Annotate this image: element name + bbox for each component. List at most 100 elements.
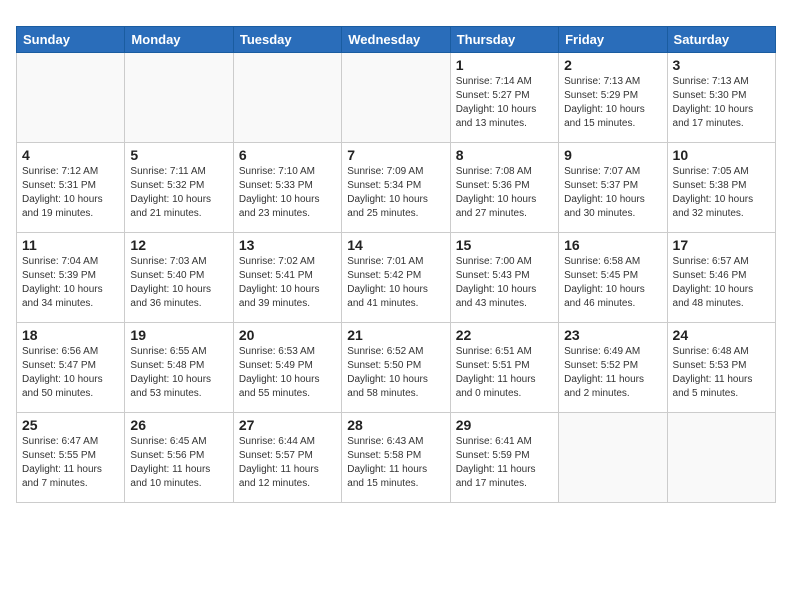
calendar-cell: 20 Sunrise: 6:53 AM Sunset: 5:49 PM Dayli… — [233, 323, 341, 413]
day-detail: Sunrise: 6:56 AM Sunset: 5:47 PM Dayligh… — [22, 345, 119, 401]
day-detail: Sunrise: 7:00 AM Sunset: 5:43 PM Dayligh… — [456, 255, 553, 311]
weekday-header-friday: Friday — [559, 27, 667, 53]
day-number: 2 — [564, 57, 661, 73]
calendar-cell — [125, 53, 233, 143]
day-detail: Sunrise: 7:02 AM Sunset: 5:41 PM Dayligh… — [239, 255, 336, 311]
calendar-cell — [559, 413, 667, 503]
day-detail: Sunrise: 7:10 AM Sunset: 5:33 PM Dayligh… — [239, 165, 336, 221]
day-number: 28 — [347, 417, 444, 433]
day-detail: Sunrise: 7:05 AM Sunset: 5:38 PM Dayligh… — [673, 165, 770, 221]
calendar-cell: 5 Sunrise: 7:11 AM Sunset: 5:32 PM Daylig… — [125, 143, 233, 233]
week-row-3: 11 Sunrise: 7:04 AM Sunset: 5:39 PM Dayli… — [17, 233, 776, 323]
calendar-cell: 4 Sunrise: 7:12 AM Sunset: 5:31 PM Daylig… — [17, 143, 125, 233]
day-number: 5 — [130, 147, 227, 163]
calendar-cell: 29 Sunrise: 6:41 AM Sunset: 5:59 PM Dayli… — [450, 413, 558, 503]
day-detail: Sunrise: 6:43 AM Sunset: 5:58 PM Dayligh… — [347, 435, 444, 491]
weekday-header-saturday: Saturday — [667, 27, 775, 53]
day-detail: Sunrise: 7:08 AM Sunset: 5:36 PM Dayligh… — [456, 165, 553, 221]
day-number: 23 — [564, 327, 661, 343]
calendar-cell: 24Sunrise: 6:48 AM Sunset: 5:53 PM Dayli… — [667, 323, 775, 413]
calendar-cell: 21 Sunrise: 6:52 AM Sunset: 5:50 PM Dayli… — [342, 323, 450, 413]
day-number: 17 — [673, 237, 770, 253]
day-number: 13 — [239, 237, 336, 253]
weekday-header-wednesday: Wednesday — [342, 27, 450, 53]
calendar-cell: 23 Sunrise: 6:49 AM Sunset: 5:52 PM Dayli… — [559, 323, 667, 413]
weekday-header-thursday: Thursday — [450, 27, 558, 53]
day-number: 25 — [22, 417, 119, 433]
day-detail: Sunrise: 6:53 AM Sunset: 5:49 PM Dayligh… — [239, 345, 336, 401]
day-number: 12 — [130, 237, 227, 253]
day-detail: Sunrise: 6:41 AM Sunset: 5:59 PM Dayligh… — [456, 435, 553, 491]
day-detail: Sunrise: 6:58 AM Sunset: 5:45 PM Dayligh… — [564, 255, 661, 311]
day-detail: Sunrise: 6:55 AM Sunset: 5:48 PM Dayligh… — [130, 345, 227, 401]
calendar-cell: 6 Sunrise: 7:10 AM Sunset: 5:33 PM Daylig… — [233, 143, 341, 233]
day-detail: Sunrise: 7:03 AM Sunset: 5:40 PM Dayligh… — [130, 255, 227, 311]
day-number: 29 — [456, 417, 553, 433]
day-number: 8 — [456, 147, 553, 163]
day-number: 27 — [239, 417, 336, 433]
weekday-header-tuesday: Tuesday — [233, 27, 341, 53]
calendar-cell: 14 Sunrise: 7:01 AM Sunset: 5:42 PM Dayli… — [342, 233, 450, 323]
day-number: 3 — [673, 57, 770, 73]
day-detail: Sunrise: 7:01 AM Sunset: 5:42 PM Dayligh… — [347, 255, 444, 311]
day-detail: Sunrise: 7:12 AM Sunset: 5:31 PM Dayligh… — [22, 165, 119, 221]
calendar-cell — [17, 53, 125, 143]
day-number: 20 — [239, 327, 336, 343]
calendar-cell: 15 Sunrise: 7:00 AM Sunset: 5:43 PM Dayli… — [450, 233, 558, 323]
day-detail: Sunrise: 7:13 AM Sunset: 5:29 PM Dayligh… — [564, 75, 661, 131]
day-number: 9 — [564, 147, 661, 163]
calendar-cell: 18 Sunrise: 6:56 AM Sunset: 5:47 PM Dayli… — [17, 323, 125, 413]
calendar-cell: 2 Sunrise: 7:13 AM Sunset: 5:29 PM Daylig… — [559, 53, 667, 143]
calendar-cell — [233, 53, 341, 143]
calendar-cell: 16 Sunrise: 6:58 AM Sunset: 5:45 PM Dayli… — [559, 233, 667, 323]
day-detail: Sunrise: 7:09 AM Sunset: 5:34 PM Dayligh… — [347, 165, 444, 221]
calendar-cell: 22Sunrise: 6:51 AM Sunset: 5:51 PM Dayli… — [450, 323, 558, 413]
calendar-cell — [342, 53, 450, 143]
day-detail: Sunrise: 7:13 AM Sunset: 5:30 PM Dayligh… — [673, 75, 770, 131]
calendar-cell: 27 Sunrise: 6:44 AM Sunset: 5:57 PM Dayli… — [233, 413, 341, 503]
calendar-cell: 19Sunrise: 6:55 AM Sunset: 5:48 PM Dayli… — [125, 323, 233, 413]
week-row-2: 4 Sunrise: 7:12 AM Sunset: 5:31 PM Daylig… — [17, 143, 776, 233]
day-detail: Sunrise: 7:04 AM Sunset: 5:39 PM Dayligh… — [22, 255, 119, 311]
day-number: 4 — [22, 147, 119, 163]
day-number: 14 — [347, 237, 444, 253]
day-number: 11 — [22, 237, 119, 253]
day-number: 15 — [456, 237, 553, 253]
calendar-cell: 25 Sunrise: 6:47 AM Sunset: 5:55 PM Dayli… — [17, 413, 125, 503]
day-detail: Sunrise: 7:11 AM Sunset: 5:32 PM Dayligh… — [130, 165, 227, 221]
day-detail: Sunrise: 6:49 AM Sunset: 5:52 PM Dayligh… — [564, 345, 661, 401]
calendar-cell — [667, 413, 775, 503]
calendar-cell: 11 Sunrise: 7:04 AM Sunset: 5:39 PM Dayli… — [17, 233, 125, 323]
day-number: 21 — [347, 327, 444, 343]
calendar-cell: 8 Sunrise: 7:08 AM Sunset: 5:36 PM Daylig… — [450, 143, 558, 233]
calendar-cell: 13 Sunrise: 7:02 AM Sunset: 5:41 PM Dayli… — [233, 233, 341, 323]
weekday-header-row: SundayMondayTuesdayWednesdayThursdayFrid… — [17, 27, 776, 53]
day-number: 16 — [564, 237, 661, 253]
day-detail: Sunrise: 6:51 AM Sunset: 5:51 PM Dayligh… — [456, 345, 553, 401]
day-detail: Sunrise: 6:52 AM Sunset: 5:50 PM Dayligh… — [347, 345, 444, 401]
day-number: 1 — [456, 57, 553, 73]
calendar-cell: 17 Sunrise: 6:57 AM Sunset: 5:46 PM Dayli… — [667, 233, 775, 323]
weekday-header-monday: Monday — [125, 27, 233, 53]
calendar-table: SundayMondayTuesdayWednesdayThursdayFrid… — [16, 26, 776, 503]
day-number: 6 — [239, 147, 336, 163]
calendar-cell: 1Sunrise: 7:14 AM Sunset: 5:27 PM Daylig… — [450, 53, 558, 143]
day-number: 26 — [130, 417, 227, 433]
calendar-cell: 26 Sunrise: 6:45 AM Sunset: 5:56 PM Dayli… — [125, 413, 233, 503]
day-number: 10 — [673, 147, 770, 163]
weekday-header-sunday: Sunday — [17, 27, 125, 53]
week-row-5: 25 Sunrise: 6:47 AM Sunset: 5:55 PM Dayli… — [17, 413, 776, 503]
calendar-cell: 7Sunrise: 7:09 AM Sunset: 5:34 PM Daylig… — [342, 143, 450, 233]
calendar-cell: 10 Sunrise: 7:05 AM Sunset: 5:38 PM Dayli… — [667, 143, 775, 233]
week-row-1: 1Sunrise: 7:14 AM Sunset: 5:27 PM Daylig… — [17, 53, 776, 143]
day-detail: Sunrise: 7:07 AM Sunset: 5:37 PM Dayligh… — [564, 165, 661, 221]
page: GeneralBlue SundayMondayTuesdayWednesday… — [0, 0, 792, 519]
day-detail: Sunrise: 6:47 AM Sunset: 5:55 PM Dayligh… — [22, 435, 119, 491]
calendar-cell: 28 Sunrise: 6:43 AM Sunset: 5:58 PM Dayli… — [342, 413, 450, 503]
day-detail: Sunrise: 6:44 AM Sunset: 5:57 PM Dayligh… — [239, 435, 336, 491]
day-detail: Sunrise: 6:57 AM Sunset: 5:46 PM Dayligh… — [673, 255, 770, 311]
day-number: 24 — [673, 327, 770, 343]
calendar-cell: 12 Sunrise: 7:03 AM Sunset: 5:40 PM Dayli… — [125, 233, 233, 323]
day-number: 18 — [22, 327, 119, 343]
day-detail: Sunrise: 6:45 AM Sunset: 5:56 PM Dayligh… — [130, 435, 227, 491]
